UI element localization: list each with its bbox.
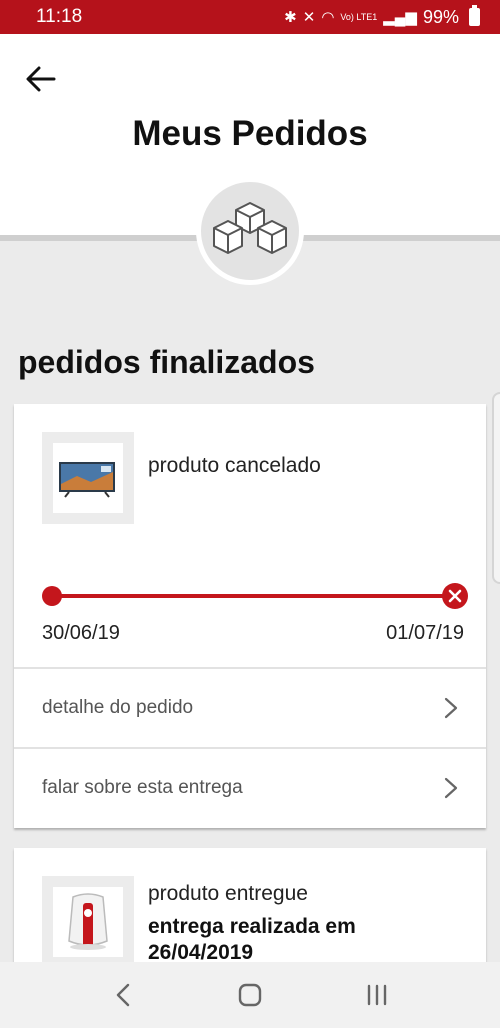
status-time: 11:18	[36, 6, 83, 27]
product-thumbnail[interactable]	[42, 876, 134, 968]
order-status: produto entregue	[148, 882, 308, 905]
order-status: produto cancelado	[148, 454, 321, 477]
cancel-icon	[442, 583, 468, 609]
chevron-right-icon	[444, 777, 458, 799]
progress-line	[52, 594, 452, 598]
section-title: pedidos finalizados	[18, 344, 315, 380]
nav-back-button[interactable]	[93, 970, 153, 1020]
chevron-right-icon	[444, 697, 458, 719]
order-card: produto cancelado 30/06/19 01/07/19 deta…	[14, 404, 486, 828]
order-detail-link[interactable]: detalhe do pedido	[14, 667, 486, 747]
nav-home-icon	[238, 983, 262, 1007]
delivery-talk-link[interactable]: falar sobre esta entrega	[14, 747, 486, 827]
status-icons: ✱ ✕ ◠ Vo) LTE1 ▂▄▆ 99%	[284, 5, 480, 28]
signal-icon: ▂▄▆	[383, 9, 417, 26]
battery-percent: 99%	[422, 6, 459, 27]
airfryer-product-image	[68, 893, 108, 950]
nav-recents-button[interactable]	[347, 970, 407, 1020]
product-thumbnail[interactable]	[42, 432, 134, 524]
wifi-icon: ◠	[321, 9, 335, 26]
bluetooth-icon: ✱	[284, 9, 297, 26]
order-start-date: 30/06/19	[42, 622, 120, 644]
network-label: Vo) LTE1	[340, 11, 378, 22]
back-arrow-icon	[26, 66, 56, 92]
order-detail-label: detalhe do pedido	[42, 697, 194, 718]
status-bar: 11:18 ✱ ✕ ◠ Vo) LTE1 ▂▄▆ 99%	[0, 0, 500, 34]
boxes-badge	[196, 177, 304, 285]
tv-product-image	[59, 462, 115, 498]
boxes-icon	[213, 202, 287, 254]
side-panel-handle[interactable]	[492, 392, 500, 584]
mute-icon: ✕	[302, 9, 316, 26]
delivery-talk-label: falar sobre esta entrega	[42, 777, 243, 798]
back-button[interactable]	[18, 56, 64, 102]
nav-recents-icon	[367, 984, 386, 1006]
battery-icon	[469, 5, 480, 26]
nav-home-button[interactable]	[220, 970, 280, 1020]
order-end-date: 01/07/19	[386, 622, 464, 644]
order-progress-track	[42, 583, 468, 609]
progress-start-dot	[42, 586, 62, 606]
nav-back-icon	[117, 983, 130, 1007]
system-nav-bar	[0, 962, 500, 1028]
delivery-info: entrega realizada em 26/04/2019	[148, 915, 356, 964]
page-title: Meus Pedidos	[132, 114, 368, 153]
